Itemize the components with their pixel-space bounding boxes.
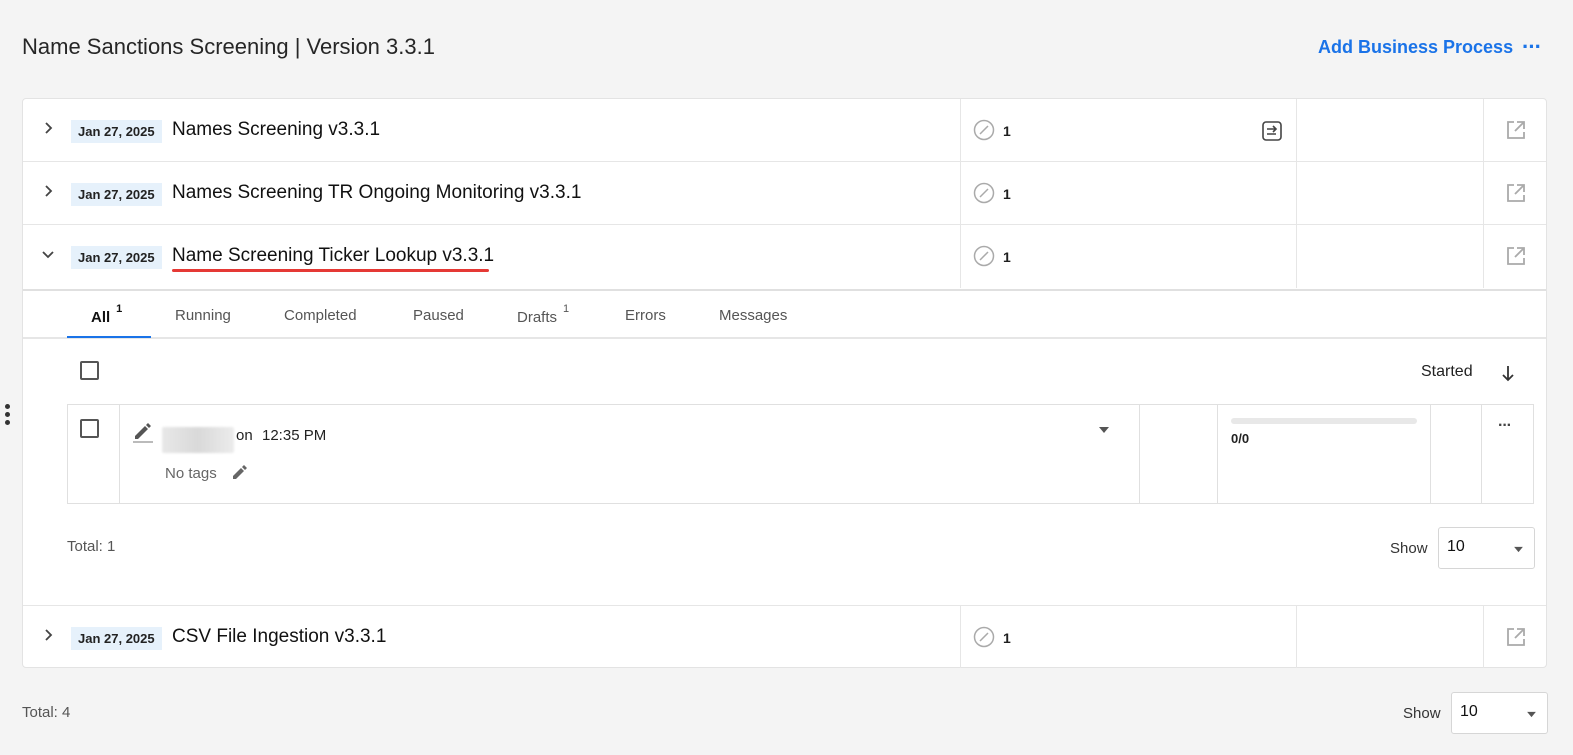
highlight-underline xyxy=(172,269,489,272)
caret-down-icon xyxy=(1514,546,1523,553)
instance-tabs: All 1 Running Completed Paused Drafts 1 Er… xyxy=(23,291,1546,339)
progress-text: 0/0 xyxy=(1231,431,1250,446)
pencil-icon[interactable] xyxy=(131,419,155,443)
process-name[interactable]: Name Screening Ticker Lookup v3.3.1 xyxy=(172,245,494,267)
select-all-checkbox[interactable] xyxy=(80,361,99,380)
tab-errors[interactable]: Errors xyxy=(625,307,666,324)
status-icon xyxy=(973,245,995,267)
tab-paused[interactable]: Paused xyxy=(413,307,464,324)
process-row-expanded[interactable]: Jan 27, 2025 Name Screening Ticker Looku… xyxy=(23,225,1546,288)
chevron-right-icon[interactable] xyxy=(41,184,55,198)
open-external-icon[interactable] xyxy=(1505,245,1527,267)
instance-count: 1 xyxy=(1003,630,1011,646)
process-row[interactable]: Jan 27, 2025 Names Screening TR Ongoing … xyxy=(23,162,1546,225)
instance-row[interactable]: on 12:35 PM No tags 0/0 ··· xyxy=(67,404,1534,504)
row-more-button[interactable]: ··· xyxy=(1498,417,1512,435)
tags-label: No tags xyxy=(165,465,217,482)
date-badge: Jan 27, 2025 xyxy=(71,627,162,650)
status-icon xyxy=(973,626,995,648)
date-badge: Jan 27, 2025 xyxy=(71,120,162,143)
instance-count: 1 xyxy=(1003,249,1011,265)
chevron-right-icon[interactable] xyxy=(41,628,55,642)
process-name[interactable]: Names Screening v3.3.1 xyxy=(172,119,380,141)
sort-label[interactable]: Started xyxy=(1421,363,1473,381)
drag-handle[interactable] xyxy=(5,404,11,428)
process-list-card: Jan 27, 2025 Names Screening v3.3.1 1 Ja… xyxy=(22,98,1547,668)
tab-running[interactable]: Running xyxy=(175,307,231,324)
processes-total: Total: 4 xyxy=(22,704,71,721)
open-external-icon[interactable] xyxy=(1505,119,1527,141)
show-label: Show xyxy=(1390,540,1428,557)
more-options-button[interactable]: ··· xyxy=(1522,34,1542,60)
chevron-right-icon[interactable] xyxy=(41,121,55,135)
tab-all[interactable]: All 1 xyxy=(91,303,122,326)
caret-down-icon xyxy=(1527,711,1536,718)
date-badge: Jan 27, 2025 xyxy=(71,183,162,206)
page-size-select[interactable]: 10 xyxy=(1451,692,1548,734)
open-external-icon[interactable] xyxy=(1505,182,1527,204)
progress-bar xyxy=(1231,418,1417,424)
flow-icon[interactable] xyxy=(1260,119,1284,143)
add-business-process-button[interactable]: Add Business Process xyxy=(1318,37,1513,58)
process-name[interactable]: CSV File Ingestion v3.3.1 xyxy=(172,626,386,648)
instance-count: 1 xyxy=(1003,186,1011,202)
edit-tags-icon[interactable] xyxy=(231,463,249,481)
redacted-user xyxy=(162,427,234,453)
instance-count: 1 xyxy=(1003,123,1011,139)
instances-panel: All 1 Running Completed Paused Drafts 1 Er… xyxy=(23,289,1546,604)
on-label: on xyxy=(236,427,253,444)
active-tab-indicator xyxy=(67,336,151,338)
tab-drafts[interactable]: Drafts 1 xyxy=(517,303,569,326)
tab-completed[interactable]: Completed xyxy=(284,307,357,324)
process-row[interactable]: Jan 27, 2025 CSV File Ingestion v3.3.1 1 xyxy=(23,605,1546,668)
instances-total: Total: 1 xyxy=(67,538,116,555)
instance-checkbox[interactable] xyxy=(80,419,99,438)
chevron-down-icon[interactable] xyxy=(41,247,55,261)
page-size-select[interactable]: 10 xyxy=(1438,527,1535,569)
process-row[interactable]: Jan 27, 2025 Names Screening v3.3.1 1 xyxy=(23,99,1546,162)
show-label: Show xyxy=(1403,705,1441,722)
open-external-icon[interactable] xyxy=(1505,626,1527,648)
caret-down-icon[interactable] xyxy=(1098,426,1110,434)
process-name[interactable]: Names Screening TR Ongoing Monitoring v3… xyxy=(172,182,581,204)
date-badge: Jan 27, 2025 xyxy=(71,246,162,269)
arrow-down-icon[interactable] xyxy=(1499,363,1517,383)
status-icon xyxy=(973,119,995,141)
status-icon xyxy=(973,182,995,204)
tab-messages[interactable]: Messages xyxy=(719,307,787,324)
page-title: Name Sanctions Screening | Version 3.3.1 xyxy=(22,34,435,59)
instance-time: 12:35 PM xyxy=(262,427,327,444)
